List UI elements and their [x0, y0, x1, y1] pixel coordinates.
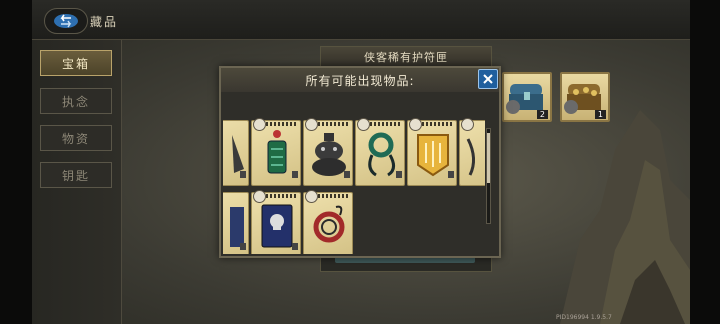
- chest-slot-blue[interactable]: 2: [502, 72, 552, 122]
- chest-count: 1: [594, 110, 606, 119]
- item-card[interactable]: [355, 118, 405, 186]
- chest-count: 2: [536, 110, 548, 119]
- page-title: 藏品: [90, 15, 119, 29]
- back-arrow-icon: [54, 14, 78, 28]
- item-card[interactable]: [303, 118, 353, 186]
- item-card[interactable]: [251, 118, 301, 186]
- tab-keys[interactable]: 钥匙: [40, 162, 112, 188]
- back-button[interactable]: [44, 8, 88, 34]
- item-card[interactable]: [303, 190, 353, 254]
- chest-detail-title: 侠客稀有护符匣: [321, 47, 491, 67]
- build-id: PID196994 1.9.5.7: [556, 314, 612, 321]
- popup-title: 所有可能出现物品:: [221, 68, 499, 92]
- tab-supplies[interactable]: 物资: [40, 125, 112, 151]
- rock-decoration: [560, 110, 690, 324]
- item-grid: [223, 118, 485, 254]
- tab-chest[interactable]: 宝箱: [40, 50, 112, 76]
- item-card[interactable]: [223, 120, 249, 186]
- close-icon: [483, 74, 493, 84]
- item-card[interactable]: [459, 118, 485, 186]
- red-ring-charm-icon: [313, 205, 345, 243]
- scrollbar-thumb[interactable]: [487, 133, 490, 183]
- close-button[interactable]: [478, 69, 498, 89]
- top-bar: 藏品: [32, 0, 690, 40]
- game-screen: 藏品 宝箱 执念 物资 钥匙 侠客稀有护符匣 2 1 所有可能出现物品: PID…: [0, 0, 720, 324]
- item-card[interactable]: [223, 192, 249, 254]
- chest-slot-gold[interactable]: 1: [560, 72, 610, 122]
- partial-scroll-icon: [466, 138, 475, 176]
- item-list-scrollbar[interactable]: [486, 128, 491, 224]
- sidebar: 宝箱 执念 物资 钥匙: [32, 40, 122, 324]
- item-card[interactable]: [407, 118, 457, 186]
- possible-items-popup: 所有可能出现物品:: [219, 66, 501, 258]
- item-card[interactable]: [251, 190, 301, 254]
- tab-obsession[interactable]: 执念: [40, 88, 112, 114]
- right-bezel: [690, 0, 720, 324]
- left-bezel: [0, 0, 32, 324]
